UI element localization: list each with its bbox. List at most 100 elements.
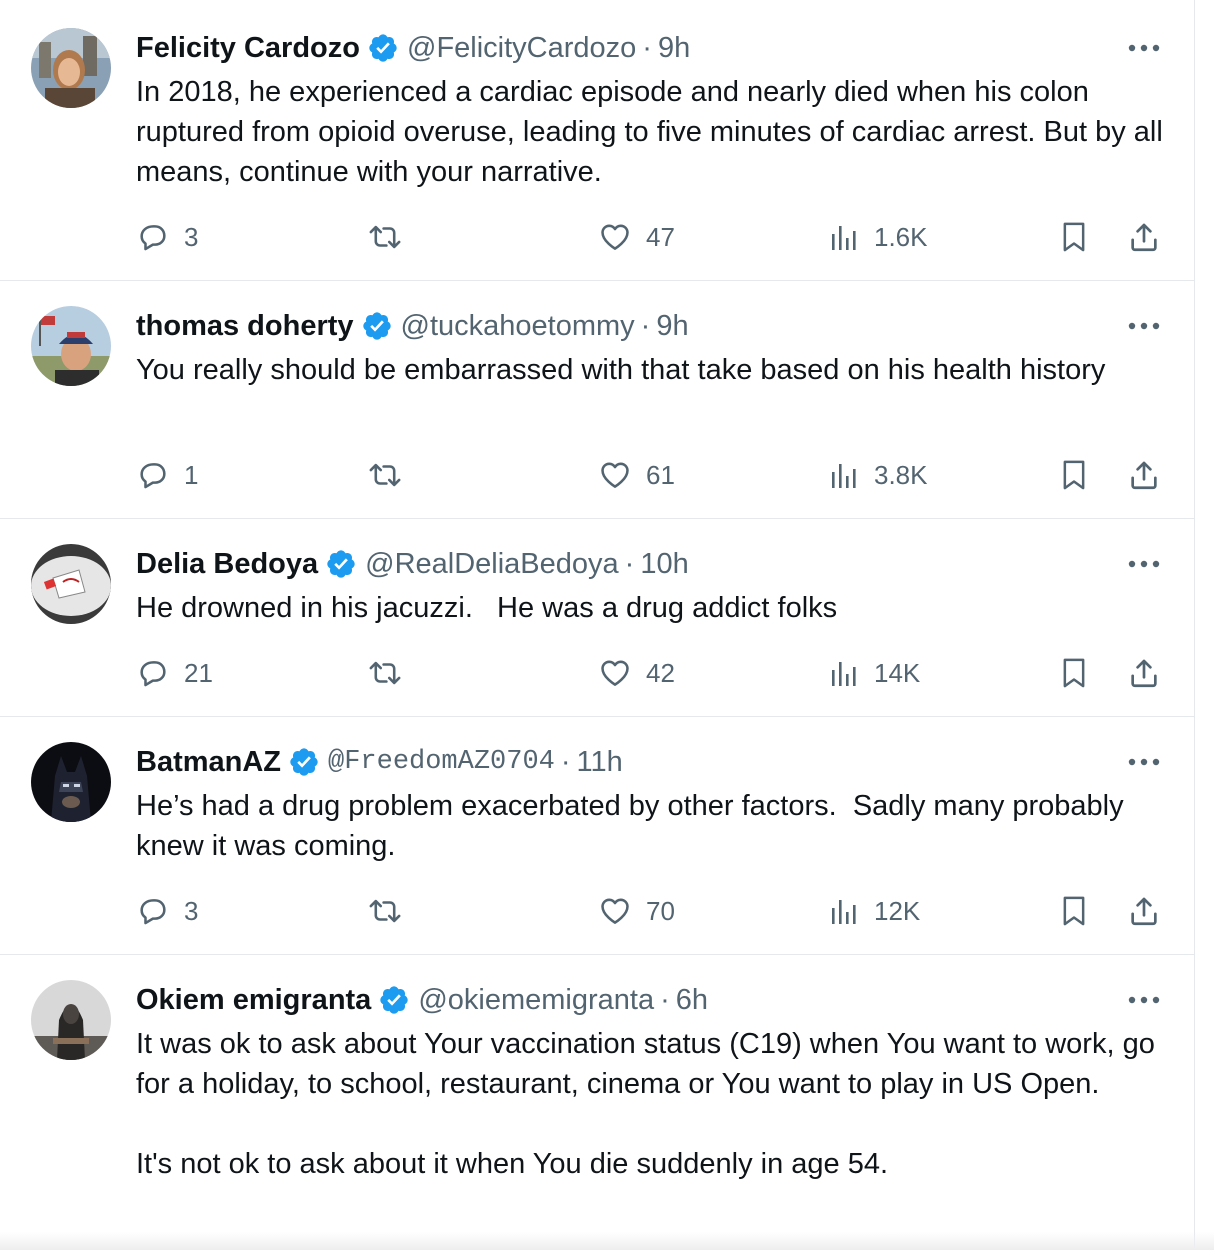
like-count: 70 bbox=[646, 895, 675, 926]
tweet-header: BatmanAZ @FreedomAZ0704 · 11h bbox=[136, 742, 623, 782]
user-handle[interactable]: @RealDeliaBedoya bbox=[365, 544, 619, 584]
more-dots-icon[interactable] bbox=[1124, 33, 1164, 63]
display-name[interactable]: Delia Bedoya bbox=[136, 544, 318, 584]
reply-button[interactable]: 3 bbox=[136, 217, 198, 257]
tweet-header: thomas doherty @tuckahoetommy · 9h bbox=[136, 306, 689, 346]
bookmark-button[interactable] bbox=[1058, 217, 1090, 257]
bookmark-button[interactable] bbox=[1058, 653, 1090, 693]
reply-bubble-icon bbox=[136, 220, 170, 254]
tweet[interactable]: Okiem emigranta @okiememigranta · 6h It … bbox=[0, 955, 1195, 1250]
reply-button[interactable]: 1 bbox=[136, 455, 198, 495]
bookmark-icon bbox=[1058, 220, 1090, 254]
view-count: 12K bbox=[874, 895, 921, 926]
display-name[interactable]: Okiem emigranta bbox=[136, 980, 371, 1020]
share-upload-icon bbox=[1127, 656, 1161, 690]
view-count: 1.6K bbox=[874, 221, 928, 252]
display-name[interactable]: BatmanAZ bbox=[136, 742, 281, 782]
retweet-icon bbox=[366, 894, 404, 928]
retweet-button[interactable] bbox=[366, 653, 404, 693]
more-dots-icon[interactable] bbox=[1124, 985, 1164, 1015]
share-upload-icon bbox=[1127, 458, 1161, 492]
like-button[interactable]: 61 bbox=[598, 455, 675, 495]
tweet-text: In 2018, he experienced a cardiac episod… bbox=[136, 76, 1171, 188]
more-dots-icon[interactable] bbox=[1124, 747, 1164, 777]
display-name[interactable]: Felicity Cardozo bbox=[136, 28, 360, 68]
like-count: 47 bbox=[646, 221, 675, 252]
timestamp[interactable]: 9h bbox=[658, 28, 690, 68]
user-handle[interactable]: @FelicityCardozo bbox=[407, 28, 636, 68]
reply-feed: Felicity Cardozo @FelicityCardozo · 9h I… bbox=[0, 0, 1195, 1250]
timestamp[interactable]: 9h bbox=[656, 306, 688, 346]
heart-icon bbox=[598, 656, 632, 690]
reply-bubble-icon bbox=[136, 894, 170, 928]
tweet[interactable]: BatmanAZ @FreedomAZ0704 · 11h He’s had a… bbox=[0, 717, 1195, 955]
views-button[interactable]: 14K bbox=[830, 653, 920, 693]
like-count: 61 bbox=[646, 459, 675, 490]
tweet-text: You really should be embarrassed with th… bbox=[136, 354, 1106, 386]
action-bar: 3 70 12K bbox=[0, 891, 1195, 931]
share-upload-icon bbox=[1127, 220, 1161, 254]
views-bars-icon bbox=[830, 460, 860, 490]
action-bar: 1 61 3.8K bbox=[0, 455, 1195, 495]
timestamp[interactable]: 11h bbox=[577, 742, 623, 782]
timestamp[interactable]: 10h bbox=[640, 544, 688, 584]
verified-badge-icon bbox=[325, 548, 357, 580]
avatar[interactable] bbox=[31, 742, 111, 822]
bookmark-button[interactable] bbox=[1058, 455, 1090, 495]
reply-count: 1 bbox=[184, 459, 199, 490]
avatar[interactable] bbox=[31, 306, 111, 386]
reply-count: 3 bbox=[184, 895, 199, 926]
tweet[interactable]: Felicity Cardozo @FelicityCardozo · 9h I… bbox=[0, 0, 1195, 281]
separator-dot: · bbox=[642, 32, 652, 64]
views-bars-icon bbox=[830, 658, 860, 688]
views-bars-icon bbox=[830, 896, 860, 926]
retweet-button[interactable] bbox=[366, 455, 404, 495]
avatar[interactable] bbox=[31, 28, 111, 108]
tweet-text: It was ok to ask about Your vaccination … bbox=[136, 1028, 1155, 1180]
user-handle[interactable]: @okiememigranta bbox=[418, 980, 654, 1020]
avatar[interactable] bbox=[31, 980, 111, 1060]
bookmark-icon bbox=[1058, 458, 1090, 492]
like-button[interactable]: 42 bbox=[598, 653, 675, 693]
reply-bubble-icon bbox=[136, 656, 170, 690]
verified-badge-icon bbox=[378, 984, 410, 1016]
bottom-shadow bbox=[0, 1232, 1214, 1250]
retweet-icon bbox=[366, 458, 404, 492]
reply-button[interactable]: 21 bbox=[136, 653, 213, 693]
like-button[interactable]: 70 bbox=[598, 891, 675, 931]
reply-count: 21 bbox=[184, 657, 213, 688]
views-bars-icon bbox=[830, 222, 860, 252]
more-dots-icon[interactable] bbox=[1124, 311, 1164, 341]
bookmark-button[interactable] bbox=[1058, 891, 1090, 931]
retweet-button[interactable] bbox=[366, 891, 404, 931]
share-button[interactable] bbox=[1127, 653, 1161, 693]
tweet-text: He drowned in his jacuzzi. He was a drug… bbox=[136, 592, 838, 624]
retweet-icon bbox=[366, 220, 404, 254]
bookmark-icon bbox=[1058, 656, 1090, 690]
share-upload-icon bbox=[1127, 894, 1161, 928]
views-button[interactable]: 3.8K bbox=[830, 455, 928, 495]
share-button[interactable] bbox=[1127, 217, 1161, 257]
views-button[interactable]: 12K bbox=[830, 891, 920, 931]
tweet[interactable]: Delia Bedoya @RealDeliaBedoya · 10h He d… bbox=[0, 519, 1195, 717]
retweet-button[interactable] bbox=[366, 217, 404, 257]
avatar[interactable] bbox=[31, 544, 111, 624]
views-button[interactable]: 1.6K bbox=[830, 217, 928, 257]
timestamp[interactable]: 6h bbox=[676, 980, 708, 1020]
user-handle[interactable]: @tuckahoetommy bbox=[401, 306, 635, 346]
tweet-header: Okiem emigranta @okiememigranta · 6h bbox=[136, 980, 708, 1020]
display-name[interactable]: thomas doherty bbox=[136, 306, 354, 346]
tweet[interactable]: thomas doherty @tuckahoetommy · 9h You r… bbox=[0, 281, 1195, 519]
more-dots-icon[interactable] bbox=[1124, 549, 1164, 579]
bookmark-icon bbox=[1058, 894, 1090, 928]
view-count: 3.8K bbox=[874, 459, 928, 490]
user-handle[interactable]: @FreedomAZ0704 bbox=[328, 742, 555, 782]
share-button[interactable] bbox=[1127, 455, 1161, 495]
reply-button[interactable]: 3 bbox=[136, 891, 198, 931]
like-button[interactable]: 47 bbox=[598, 217, 675, 257]
separator-dot: · bbox=[660, 984, 670, 1016]
share-button[interactable] bbox=[1127, 891, 1161, 931]
heart-icon bbox=[598, 458, 632, 492]
tweet-header: Felicity Cardozo @FelicityCardozo · 9h bbox=[136, 28, 690, 68]
heart-icon bbox=[598, 220, 632, 254]
